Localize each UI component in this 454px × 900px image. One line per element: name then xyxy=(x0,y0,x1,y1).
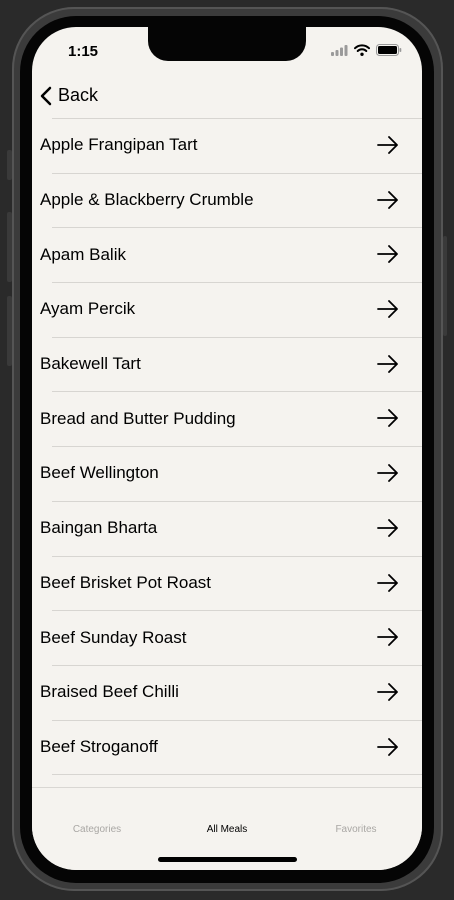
arrow-right-icon xyxy=(377,518,398,537)
side-button xyxy=(443,236,447,336)
arrow-right-icon xyxy=(377,682,398,701)
arrow-right-icon xyxy=(377,409,398,428)
meal-name: Beef Sunday Roast xyxy=(40,627,187,647)
arrow-right-icon xyxy=(377,245,398,264)
arrow-right-icon xyxy=(377,136,398,154)
meal-name: Apam Balik xyxy=(40,244,126,264)
meal-name: Braised Beef Chilli xyxy=(40,682,179,702)
tab-all-meals[interactable]: All Meals xyxy=(172,824,282,835)
tab-favorites[interactable]: Favorites xyxy=(301,824,411,835)
mute-switch xyxy=(7,150,12,180)
arrow-right-icon xyxy=(377,354,398,373)
back-label: Back xyxy=(58,85,99,105)
arrow-right-icon xyxy=(377,300,398,318)
meal-row[interactable]: Beef Stroganoff xyxy=(32,719,422,775)
volume-down-button xyxy=(7,296,12,366)
screen: 1:15 Back Apple Frangipan Tart Apple & Bl… xyxy=(32,27,422,870)
tab-categories[interactable]: Categories xyxy=(42,824,152,835)
chevron-left-icon xyxy=(40,86,52,105)
meal-name: Apple & Blackberry Crumble xyxy=(40,190,254,210)
wifi-icon xyxy=(354,44,370,56)
meal-row[interactable]: Apam Balik xyxy=(32,227,422,282)
battery-icon xyxy=(376,44,402,56)
arrow-right-icon xyxy=(377,737,398,756)
arrow-right-icon xyxy=(377,464,398,483)
arrow-right-icon xyxy=(377,190,398,209)
volume-up-button xyxy=(7,212,12,282)
meal-row[interactable]: Beef Wellington xyxy=(32,446,422,501)
meal-name: Bread and Butter Pudding xyxy=(40,408,236,428)
navigation-bar: Back xyxy=(32,79,422,119)
meal-row[interactable]: Apple Frangipan Tart xyxy=(32,118,422,173)
meal-name: Bakewell Tart xyxy=(40,354,141,374)
meal-row[interactable]: Beef Brisket Pot Roast xyxy=(32,555,422,611)
meal-name: Ayam Percik xyxy=(40,299,136,319)
meal-name: Beef Stroganoff xyxy=(40,736,158,756)
arrow-right-icon xyxy=(377,573,398,592)
meal-name: Apple Frangipan Tart xyxy=(40,135,198,155)
meal-row[interactable]: Ayam Percik xyxy=(32,282,422,337)
meal-list: Apple Frangipan Tart Apple & Blackberry C… xyxy=(32,118,422,776)
notch xyxy=(148,27,306,61)
arrow-right-icon xyxy=(377,628,398,647)
meal-name: Baingan Bharta xyxy=(40,518,158,538)
status-time: 1:15 xyxy=(68,43,99,60)
meal-row[interactable]: Bread and Butter Pudding xyxy=(32,391,422,446)
meal-name: Beef Brisket Pot Roast xyxy=(40,572,212,592)
back-button[interactable]: Back xyxy=(40,85,98,106)
meal-row[interactable]: Bakewell Tart xyxy=(32,336,422,392)
home-indicator xyxy=(158,857,297,862)
meal-row[interactable]: Baingan Bharta xyxy=(32,500,422,556)
meal-row[interactable]: Apple & Blackberry Crumble xyxy=(32,172,422,228)
meal-name: Beef Wellington xyxy=(40,463,159,483)
meal-row[interactable]: Braised Beef Chilli xyxy=(32,664,422,720)
list-end-separator xyxy=(32,774,422,776)
meal-row[interactable]: Beef Sunday Roast xyxy=(32,610,422,665)
status-icons xyxy=(331,44,402,56)
cellular-signal-icon xyxy=(331,44,348,56)
